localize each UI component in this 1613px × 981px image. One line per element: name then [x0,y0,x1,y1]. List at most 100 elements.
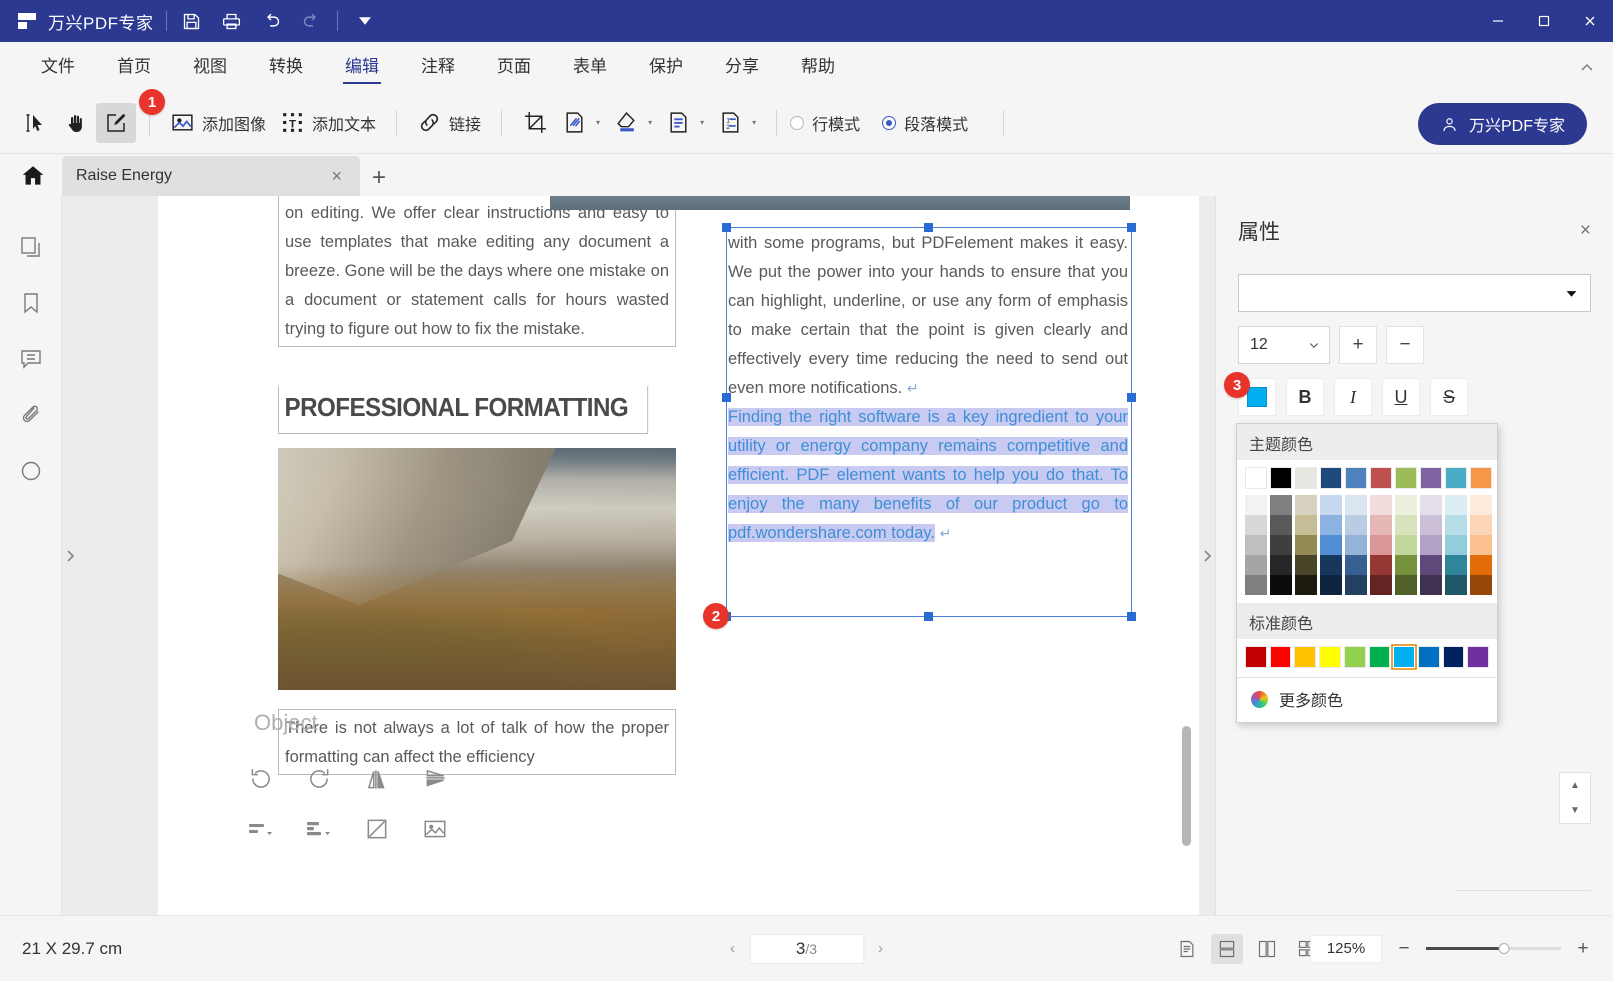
theme-color-variant-swatch[interactable] [1320,515,1342,535]
left-panel-expand-handle[interactable] [62,196,78,915]
theme-color-variant-swatch[interactable] [1295,535,1317,555]
theme-color-swatch[interactable] [1245,467,1267,489]
facing-icon[interactable] [1251,934,1283,964]
menu-item-protect[interactable]: 保护 [628,42,704,92]
menu-item-share[interactable]: 分享 [704,42,780,92]
theme-color-variant-swatch[interactable] [1245,515,1267,535]
previous-page-icon[interactable]: ‹ [730,940,735,957]
theme-color-variant-swatch[interactable] [1395,495,1417,515]
theme-color-variant-swatch[interactable] [1320,535,1342,555]
theme-color-variant-swatch[interactable] [1470,535,1492,555]
theme-color-variant-swatch[interactable] [1420,515,1442,535]
theme-color-variant-swatch[interactable] [1395,515,1417,535]
watermark-dropdown-icon[interactable]: ▾ [596,118,600,127]
flip-horizontal-icon[interactable] [348,754,406,804]
theme-color-variant-swatch[interactable] [1245,575,1267,595]
theme-color-variant-swatch[interactable] [1345,535,1367,555]
increase-font-size-button[interactable]: + [1339,326,1377,364]
theme-color-variant-swatch[interactable] [1395,535,1417,555]
theme-color-variant-swatch[interactable] [1470,495,1492,515]
vertical-scrollbar[interactable] [1182,726,1191,846]
standard-color-swatch[interactable] [1344,646,1366,668]
add-image-button[interactable]: 添加图像 [163,103,273,143]
close-icon[interactable]: × [327,167,346,185]
bates-dropdown-icon[interactable]: ▾ [752,118,756,127]
redo-icon[interactable] [299,8,325,34]
theme-color-variant-swatch[interactable] [1370,555,1392,575]
header-footer-button[interactable]: ▾ [659,103,711,143]
watermark-button[interactable]: ▾ [555,103,607,143]
strikethrough-button[interactable]: S [1430,378,1468,416]
theme-color-swatch[interactable] [1420,467,1442,489]
spinner-up-icon[interactable]: ▲ [1560,773,1590,798]
theme-color-variant-swatch[interactable] [1470,555,1492,575]
comments-icon[interactable] [14,342,48,376]
menu-item-home[interactable]: 首页 [96,42,172,92]
theme-color-variant-swatch[interactable] [1420,575,1442,595]
value-spinner[interactable]: ▲ ▼ [1559,772,1591,824]
bold-button[interactable]: B [1286,378,1324,416]
font-family-select[interactable] [1238,274,1591,312]
theme-color-variant-swatch[interactable] [1420,535,1442,555]
theme-color-variant-swatch[interactable] [1445,535,1467,555]
decrease-font-size-button[interactable]: − [1386,326,1424,364]
more-colors-button[interactable]: 更多颜色 [1237,677,1497,722]
theme-color-variant-swatch[interactable] [1370,495,1392,515]
theme-color-swatch[interactable] [1320,467,1342,489]
add-text-button[interactable]: T 添加文本 [273,103,383,143]
bates-numbering-button[interactable]: 1 2 ▾ [711,103,763,143]
theme-color-variant-swatch[interactable] [1345,515,1367,535]
theme-color-variant-swatch[interactable] [1470,575,1492,595]
standard-color-swatch[interactable] [1270,646,1292,668]
standard-color-swatch[interactable] [1467,646,1489,668]
theme-color-swatch[interactable] [1445,467,1467,489]
theme-color-variant-swatch[interactable] [1445,555,1467,575]
selected-paragraph-2[interactable]: Finding the right software is a key ingr… [728,403,1128,548]
standard-color-swatch[interactable] [1319,646,1341,668]
theme-color-variant-swatch[interactable] [1470,515,1492,535]
distribute-icon[interactable] [290,804,348,854]
standard-color-swatch[interactable] [1418,646,1440,668]
single-page-icon[interactable] [1171,934,1203,964]
theme-color-variant-swatch[interactable] [1345,555,1367,575]
close-icon[interactable]: × [1580,220,1591,242]
resize-handle-tr[interactable] [1127,223,1136,232]
zoom-slider[interactable] [1426,947,1561,950]
theme-color-variant-swatch[interactable] [1370,575,1392,595]
edit-tool-button[interactable] [96,103,136,143]
flip-vertical-icon[interactable] [406,754,464,804]
rotate-left-icon[interactable] [232,754,290,804]
theme-color-variant-swatch[interactable] [1320,575,1342,595]
selected-text-object[interactable]: with some programs, but PDFelement makes… [728,229,1128,548]
replace-image-icon[interactable] [406,804,464,854]
resize-handle-br[interactable] [1127,612,1136,621]
selected-paragraph-1[interactable]: with some programs, but PDFelement makes… [728,229,1128,403]
standard-color-swatch[interactable] [1443,646,1465,668]
resize-handle-mr[interactable] [1127,393,1136,402]
print-icon[interactable] [219,8,245,34]
theme-color-variant-swatch[interactable] [1270,575,1292,595]
stamp-icon[interactable] [14,454,48,488]
theme-color-variant-swatch[interactable] [1395,555,1417,575]
theme-color-variant-swatch[interactable] [1445,495,1467,515]
menu-item-file[interactable]: 文件 [20,42,96,92]
line-mode-radio[interactable]: 行模式 [790,111,860,135]
zoom-out-button[interactable]: − [1396,938,1412,960]
theme-color-variant-swatch[interactable] [1420,495,1442,515]
theme-color-variant-swatch[interactable] [1320,555,1342,575]
theme-color-variant-swatch[interactable] [1295,555,1317,575]
color-picker-popup[interactable]: 主题颜色 标准颜色 更多颜色 [1236,423,1498,723]
crop-object-icon[interactable] [348,804,406,854]
thumbnails-icon[interactable] [14,230,48,264]
italic-button[interactable]: I [1334,378,1372,416]
theme-color-swatch[interactable] [1270,467,1292,489]
theme-color-swatch[interactable] [1370,467,1392,489]
theme-color-variant-swatch[interactable] [1320,495,1342,515]
theme-color-variant-swatch[interactable] [1270,555,1292,575]
header-footer-dropdown-icon[interactable]: ▾ [700,118,704,127]
theme-color-variant-swatch[interactable] [1295,495,1317,515]
bookmark-icon[interactable] [14,286,48,320]
account-button[interactable]: 万兴PDF专家 [1418,103,1587,145]
theme-color-variant-swatch[interactable] [1395,575,1417,595]
crop-button[interactable] [515,103,555,143]
